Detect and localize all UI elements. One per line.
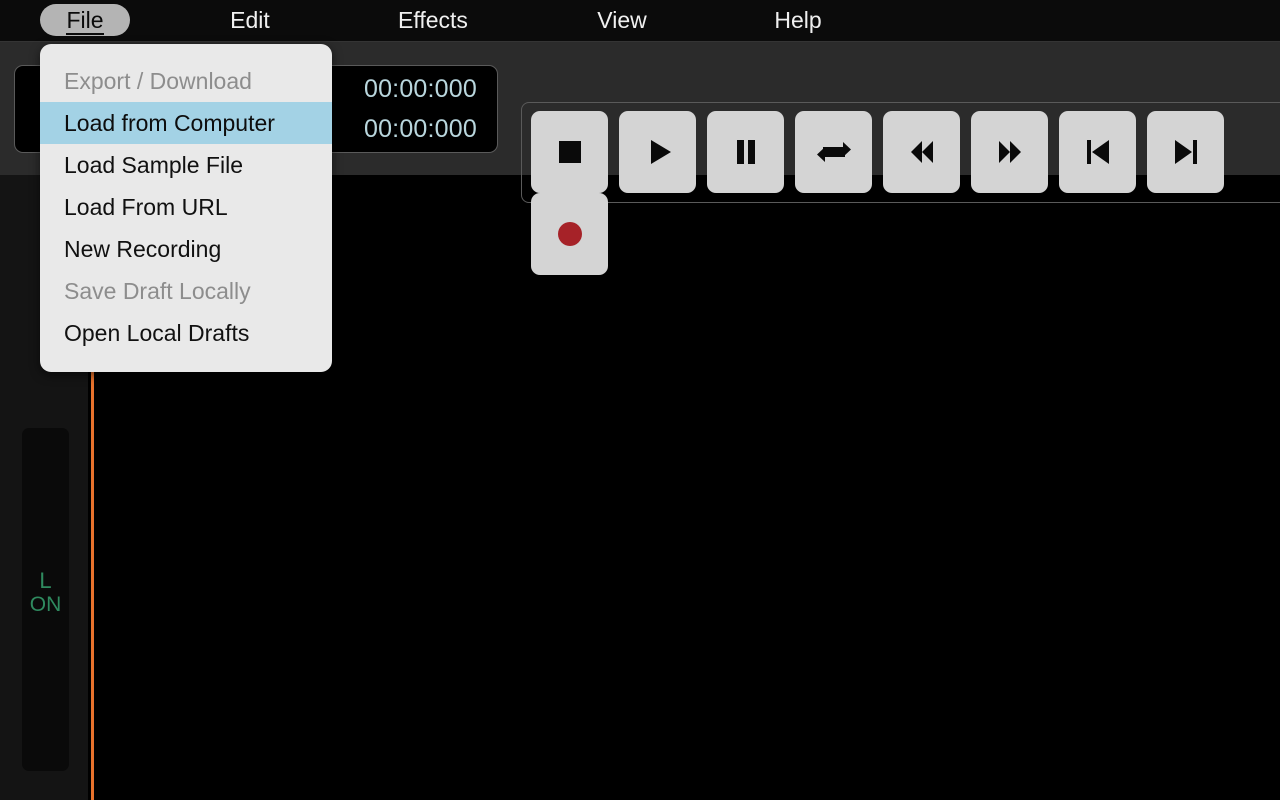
menu-item-label: Help <box>774 7 822 33</box>
file-menu-item-load-sample-file[interactable]: Load Sample File <box>40 144 332 186</box>
file-menu-item-save-draft-locally: Save Draft Locally <box>64 278 251 304</box>
track-state-label: ON <box>29 593 62 617</box>
skip-to-start-button[interactable] <box>1059 111 1136 193</box>
pause-button[interactable] <box>707 111 784 193</box>
skip-to-end-icon <box>1147 111 1224 193</box>
play-icon <box>619 111 696 193</box>
skip-to-start-icon <box>1059 111 1136 193</box>
fast-forward-button[interactable] <box>971 111 1048 193</box>
pause-icon <box>707 111 784 193</box>
rewind-button[interactable] <box>883 111 960 193</box>
audio-editor-app: 00:00:000 00:00:000 L ON File Edit Effects… <box>0 0 1280 800</box>
play-button[interactable] <box>619 111 696 193</box>
stop-icon <box>531 111 608 193</box>
menu-item-label: Edit <box>230 7 270 33</box>
menu-item-label: View <box>597 7 647 33</box>
menu-help[interactable]: Help <box>748 4 848 36</box>
fast-forward-icon <box>971 111 1048 193</box>
stop-button[interactable] <box>531 111 608 193</box>
loop-button[interactable] <box>795 111 872 193</box>
record-icon <box>531 193 608 275</box>
record-button[interactable] <box>531 193 608 275</box>
menu-view[interactable]: View <box>570 4 674 36</box>
track-channel-label: L <box>39 568 52 593</box>
loop-icon <box>795 111 872 193</box>
file-menu-item-export-download: Export / Download <box>64 68 252 94</box>
track-header-panel[interactable]: L ON <box>22 428 69 771</box>
selection-end-time: 00:00:000 <box>363 115 477 143</box>
rewind-icon <box>883 111 960 193</box>
selection-start-time: 00:00:000 <box>363 75 477 103</box>
menu-item-label: File <box>66 7 104 35</box>
transport-controls <box>521 102 1280 275</box>
file-menu-item-load-from-computer[interactable]: Load from Computer <box>40 102 332 144</box>
menu-item-label: Effects <box>398 7 468 33</box>
file-menu-item-open-local-drafts[interactable]: Open Local Drafts <box>40 312 332 354</box>
menu-effects[interactable]: Effects <box>372 4 494 36</box>
menu-file[interactable]: File <box>40 4 130 36</box>
menu-bar: File Edit Effects View Help <box>0 0 1280 42</box>
file-menu-item-load-from-url[interactable]: Load From URL <box>40 186 332 228</box>
skip-to-end-button[interactable] <box>1147 111 1224 193</box>
file-menu-item-new-recording[interactable]: New Recording <box>40 228 332 270</box>
file-menu-dropdown: Export / Download Load from Computer Load … <box>40 44 332 372</box>
menu-edit[interactable]: Edit <box>204 4 296 36</box>
track-meta: L ON <box>22 568 69 617</box>
